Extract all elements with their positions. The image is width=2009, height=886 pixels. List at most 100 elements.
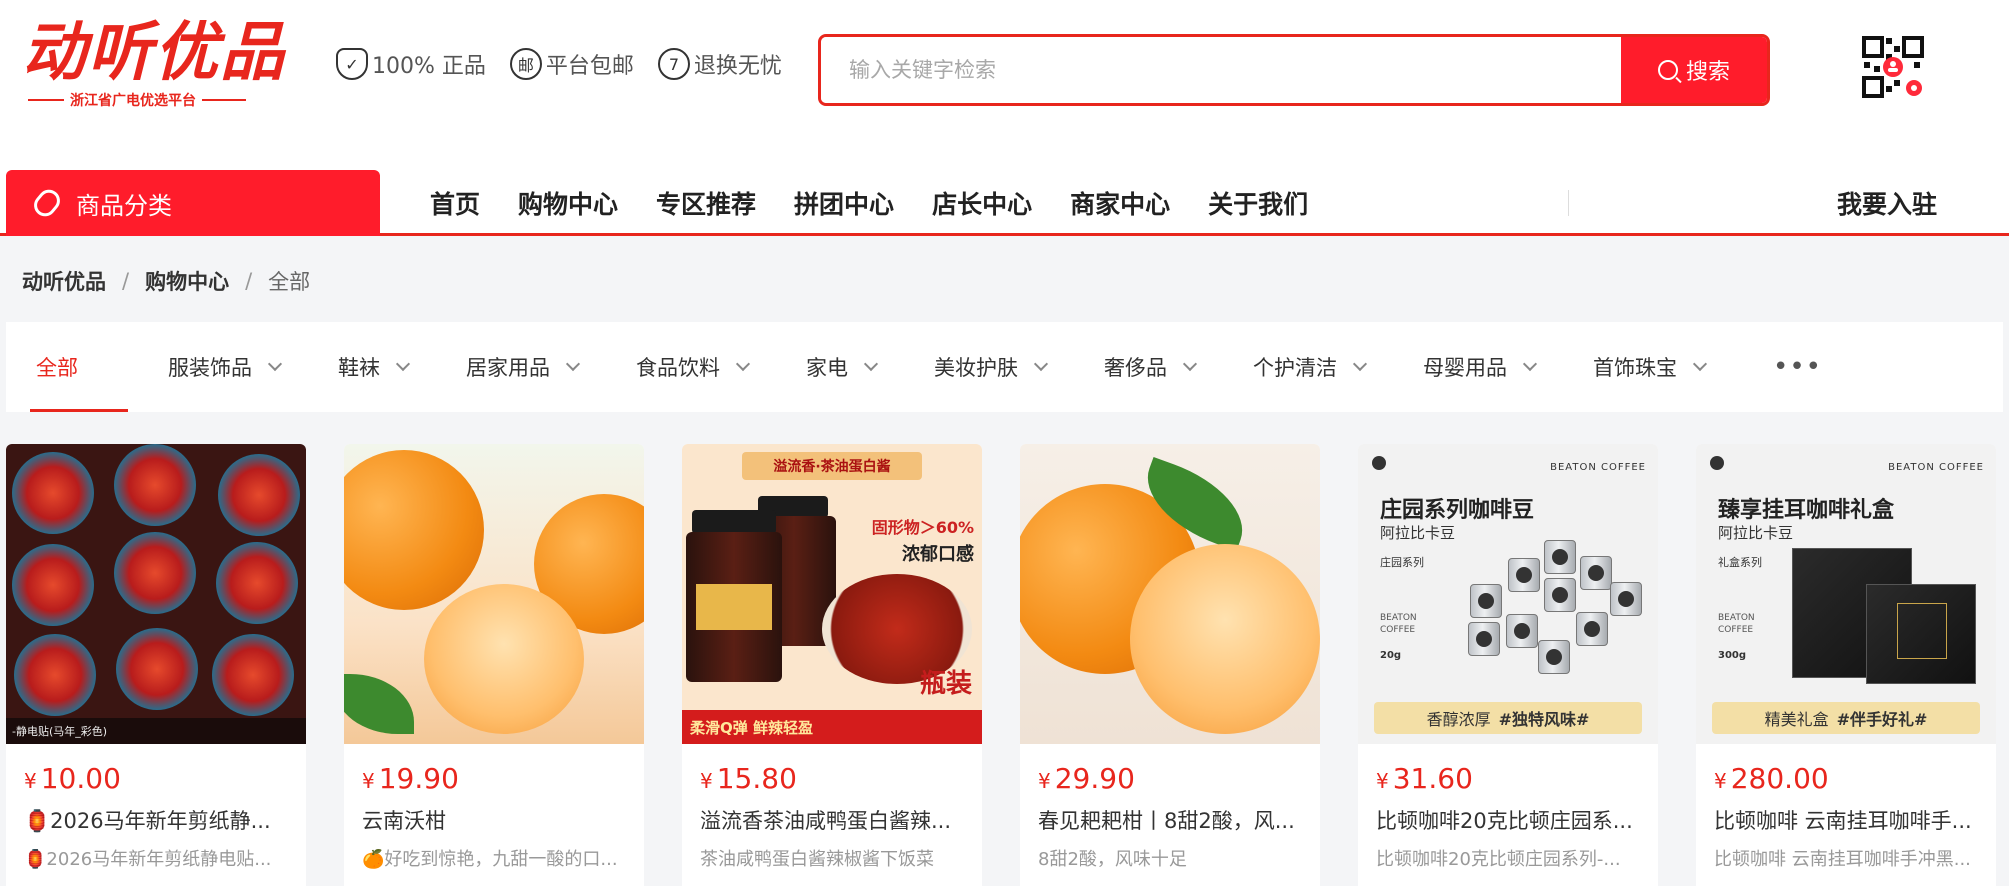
chevron-down-icon [735, 356, 751, 372]
search-button-label: 搜索 [1685, 60, 1730, 85]
filter-all[interactable]: 全部 [30, 322, 128, 412]
filter-shoes[interactable]: 鞋袜 [338, 322, 411, 412]
filter-beauty[interactable]: 美妆护肤 [934, 322, 1049, 412]
category-menu-button[interactable]: 商品分类 [6, 170, 380, 236]
product-price: ¥19.90 [362, 762, 459, 795]
search-button[interactable]: 搜索 [1621, 37, 1767, 103]
product-card[interactable]: -静电贴(马年_彩色) ¥10.00 🏮2026马年新年剪纸静... 🏮2026… [6, 444, 306, 886]
product-price: ¥15.80 [700, 762, 797, 795]
image-tag: 固形物＞60% [871, 518, 974, 537]
breadcrumb-current: 全部 [268, 270, 311, 294]
product-image: -静电贴(马年_彩色) [6, 444, 306, 744]
product-price: ¥280.00 [1714, 762, 1829, 795]
promise-label: 平台包邮 [545, 54, 634, 79]
site-logo[interactable]: 动听优品 浙江省广电优选平台 [22, 18, 292, 118]
filter-home[interactable]: 居家用品 [466, 322, 581, 412]
product-title[interactable]: 比顿咖啡20克比顿庄园系... [1358, 795, 1658, 835]
main-nav: 商品分类 首页 购物中心 专区推荐 拼团中心 店长中心 商家中心 关于我们 我要… [0, 170, 2009, 236]
nav-link-merchant[interactable]: 商家中心 [1070, 185, 1170, 221]
chevron-down-icon [1522, 356, 1538, 372]
chevron-down-icon [395, 356, 411, 372]
product-subtitle: 8甜2酸，风味十足 [1038, 849, 1187, 870]
seven-days-icon: 7 [657, 48, 690, 80]
product-price: ¥31.60 [1376, 762, 1473, 795]
nav-links: 首页 购物中心 专区推荐 拼团中心 店长中心 商家中心 关于我们 [430, 170, 1308, 236]
filter-appliances[interactable]: 家电 [806, 322, 879, 412]
nav-link-featured[interactable]: 专区推荐 [656, 185, 756, 221]
image-banner: 溢流香·茶油蛋白酱 [742, 452, 922, 480]
image-caption: -静电贴(马年_彩色) [6, 718, 306, 744]
image-subtitle: 阿拉比卡豆 [1380, 524, 1456, 542]
product-price: ¥29.90 [1038, 762, 1135, 795]
nav-link-shopping[interactable]: 购物中心 [518, 185, 618, 221]
filter-personal-care[interactable]: 个护清洁 [1253, 322, 1368, 412]
qr-code-icon[interactable] [1862, 36, 1924, 98]
nav-divider [1568, 190, 1569, 216]
nav-link-home[interactable]: 首页 [430, 185, 480, 221]
product-subtitle: 茶油咸鸭蛋白酱辣椒酱下饭菜 [700, 849, 934, 870]
image-series: 庄园系列 [1380, 556, 1424, 569]
mail-icon: 邮 [509, 48, 542, 80]
product-price: ¥10.00 [24, 762, 121, 795]
logo-subtitle: 浙江省广电优选平台 [70, 93, 196, 109]
chevron-down-icon [267, 356, 283, 372]
product-title[interactable]: 溢流香茶油咸鸭蛋白酱辣... [682, 795, 982, 835]
nav-link-group-buy[interactable]: 拼团中心 [794, 185, 894, 221]
product-image: 溢流香·茶油蛋白酱 固形物＞60% 浓郁口感 瓶装 柔滑Q弹 鲜辣轻盈 [682, 444, 982, 744]
filter-food[interactable]: 食品饮料 [636, 322, 751, 412]
product-card[interactable]: ¥29.90 春见耙耙柑丨8甜2酸，风... 8甜2酸，风味十足 [1020, 444, 1320, 886]
promise-return: 7 退换无忧 [657, 48, 782, 80]
breadcrumb-item-home[interactable]: 动听优品 [22, 266, 106, 296]
category-menu-label: 商品分类 [76, 191, 172, 220]
product-subtitle: 比顿咖啡 云南挂耳咖啡手冲黑... [1714, 849, 1971, 870]
filter-jewelry[interactable]: 首饰珠宝 [1593, 322, 1708, 412]
image-weight: 20g [1380, 650, 1402, 661]
paperclip-icon [29, 185, 65, 221]
breadcrumb: 动听优品 / 购物中心 / 全部 [22, 266, 310, 296]
product-title[interactable]: 春见耙耙柑丨8甜2酸，风... [1020, 795, 1320, 835]
image-footer: 精美礼盒 #伴手好礼# [1712, 702, 1980, 734]
breadcrumb-item-shopping[interactable]: 购物中心 [145, 266, 229, 296]
chevron-down-icon [863, 356, 879, 372]
chevron-down-icon [1182, 356, 1198, 372]
product-image: BEATON COFFEE 臻享挂耳咖啡礼盒 阿拉比卡豆 礼盒系列 BEATON… [1696, 444, 1996, 744]
product-card[interactable]: 溢流香·茶油蛋白酱 固形物＞60% 浓郁口感 瓶装 柔滑Q弹 鲜辣轻盈 ¥15.… [682, 444, 982, 886]
image-tag: 浓郁口感 [902, 544, 974, 565]
image-title: 臻享挂耳咖啡礼盒 [1718, 498, 1895, 523]
more-options-icon[interactable]: ••• [1773, 322, 1822, 412]
image-brand: BEATON COFFEE [1888, 462, 1984, 473]
nav-link-store-manager[interactable]: 店长中心 [932, 185, 1032, 221]
product-image: BEATON COFFEE 庄园系列咖啡豆 阿拉比卡豆 庄园系列 BEATON C… [1358, 444, 1658, 744]
join-link[interactable]: 我要入驻 [1837, 170, 1937, 236]
search-input[interactable] [821, 37, 1621, 103]
filter-clothing[interactable]: 服装饰品 [168, 322, 283, 412]
shield-check-icon: ✓ [336, 48, 368, 80]
product-subtitle: 🍊好吃到惊艳，九甜一酸的口... [362, 849, 618, 870]
brand-logo-icon [1710, 456, 1724, 470]
product-title[interactable]: 🏮2026马年新年剪纸静... [6, 795, 306, 835]
image-brand: BEATON COFFEE [1550, 462, 1646, 473]
nav-link-about[interactable]: 关于我们 [1208, 185, 1308, 221]
promise-free-shipping: 邮 平台包邮 [509, 48, 634, 80]
product-title[interactable]: 比顿咖啡 云南挂耳咖啡手... [1696, 795, 1996, 835]
promise-label: 100% 正品 [372, 54, 486, 79]
image-series: 礼盒系列 [1718, 556, 1762, 569]
filter-luxury[interactable]: 奢侈品 [1104, 322, 1198, 412]
brand-logo-icon [1372, 456, 1386, 470]
chevron-down-icon [1692, 356, 1708, 372]
product-card[interactable]: ¥19.90 云南沃柑 🍊好吃到惊艳，九甜一酸的口... [344, 444, 644, 886]
promise-authentic: ✓ 100% 正品 [336, 48, 486, 80]
filter-baby[interactable]: 母婴用品 [1423, 322, 1538, 412]
product-card[interactable]: BEATON COFFEE 臻享挂耳咖啡礼盒 阿拉比卡豆 礼盒系列 BEATON… [1696, 444, 1996, 886]
image-badge: 瓶装 [919, 669, 972, 699]
category-filter-bar: 全部 服装饰品 鞋袜 居家用品 食品饮料 家电 美妆护肤 奢侈品 个护清洁 母婴… [6, 322, 2003, 412]
product-subtitle: 🏮2026马年新年剪纸静电贴... [24, 849, 272, 870]
service-promises: ✓ 100% 正品 邮 平台包邮 7 退换无忧 [336, 48, 782, 80]
image-weight: 300g [1718, 650, 1747, 661]
site-header: 动听优品 浙江省广电优选平台 ✓ 100% 正品 邮 平台包邮 7 退换无忧 搜… [0, 0, 2009, 170]
product-title[interactable]: 云南沃柑 [344, 795, 644, 835]
product-card[interactable]: BEATON COFFEE 庄园系列咖啡豆 阿拉比卡豆 庄园系列 BEATON C… [1358, 444, 1658, 886]
search-icon [1657, 60, 1678, 80]
breadcrumb-separator: / [122, 269, 130, 293]
chevron-down-icon [1352, 356, 1368, 372]
